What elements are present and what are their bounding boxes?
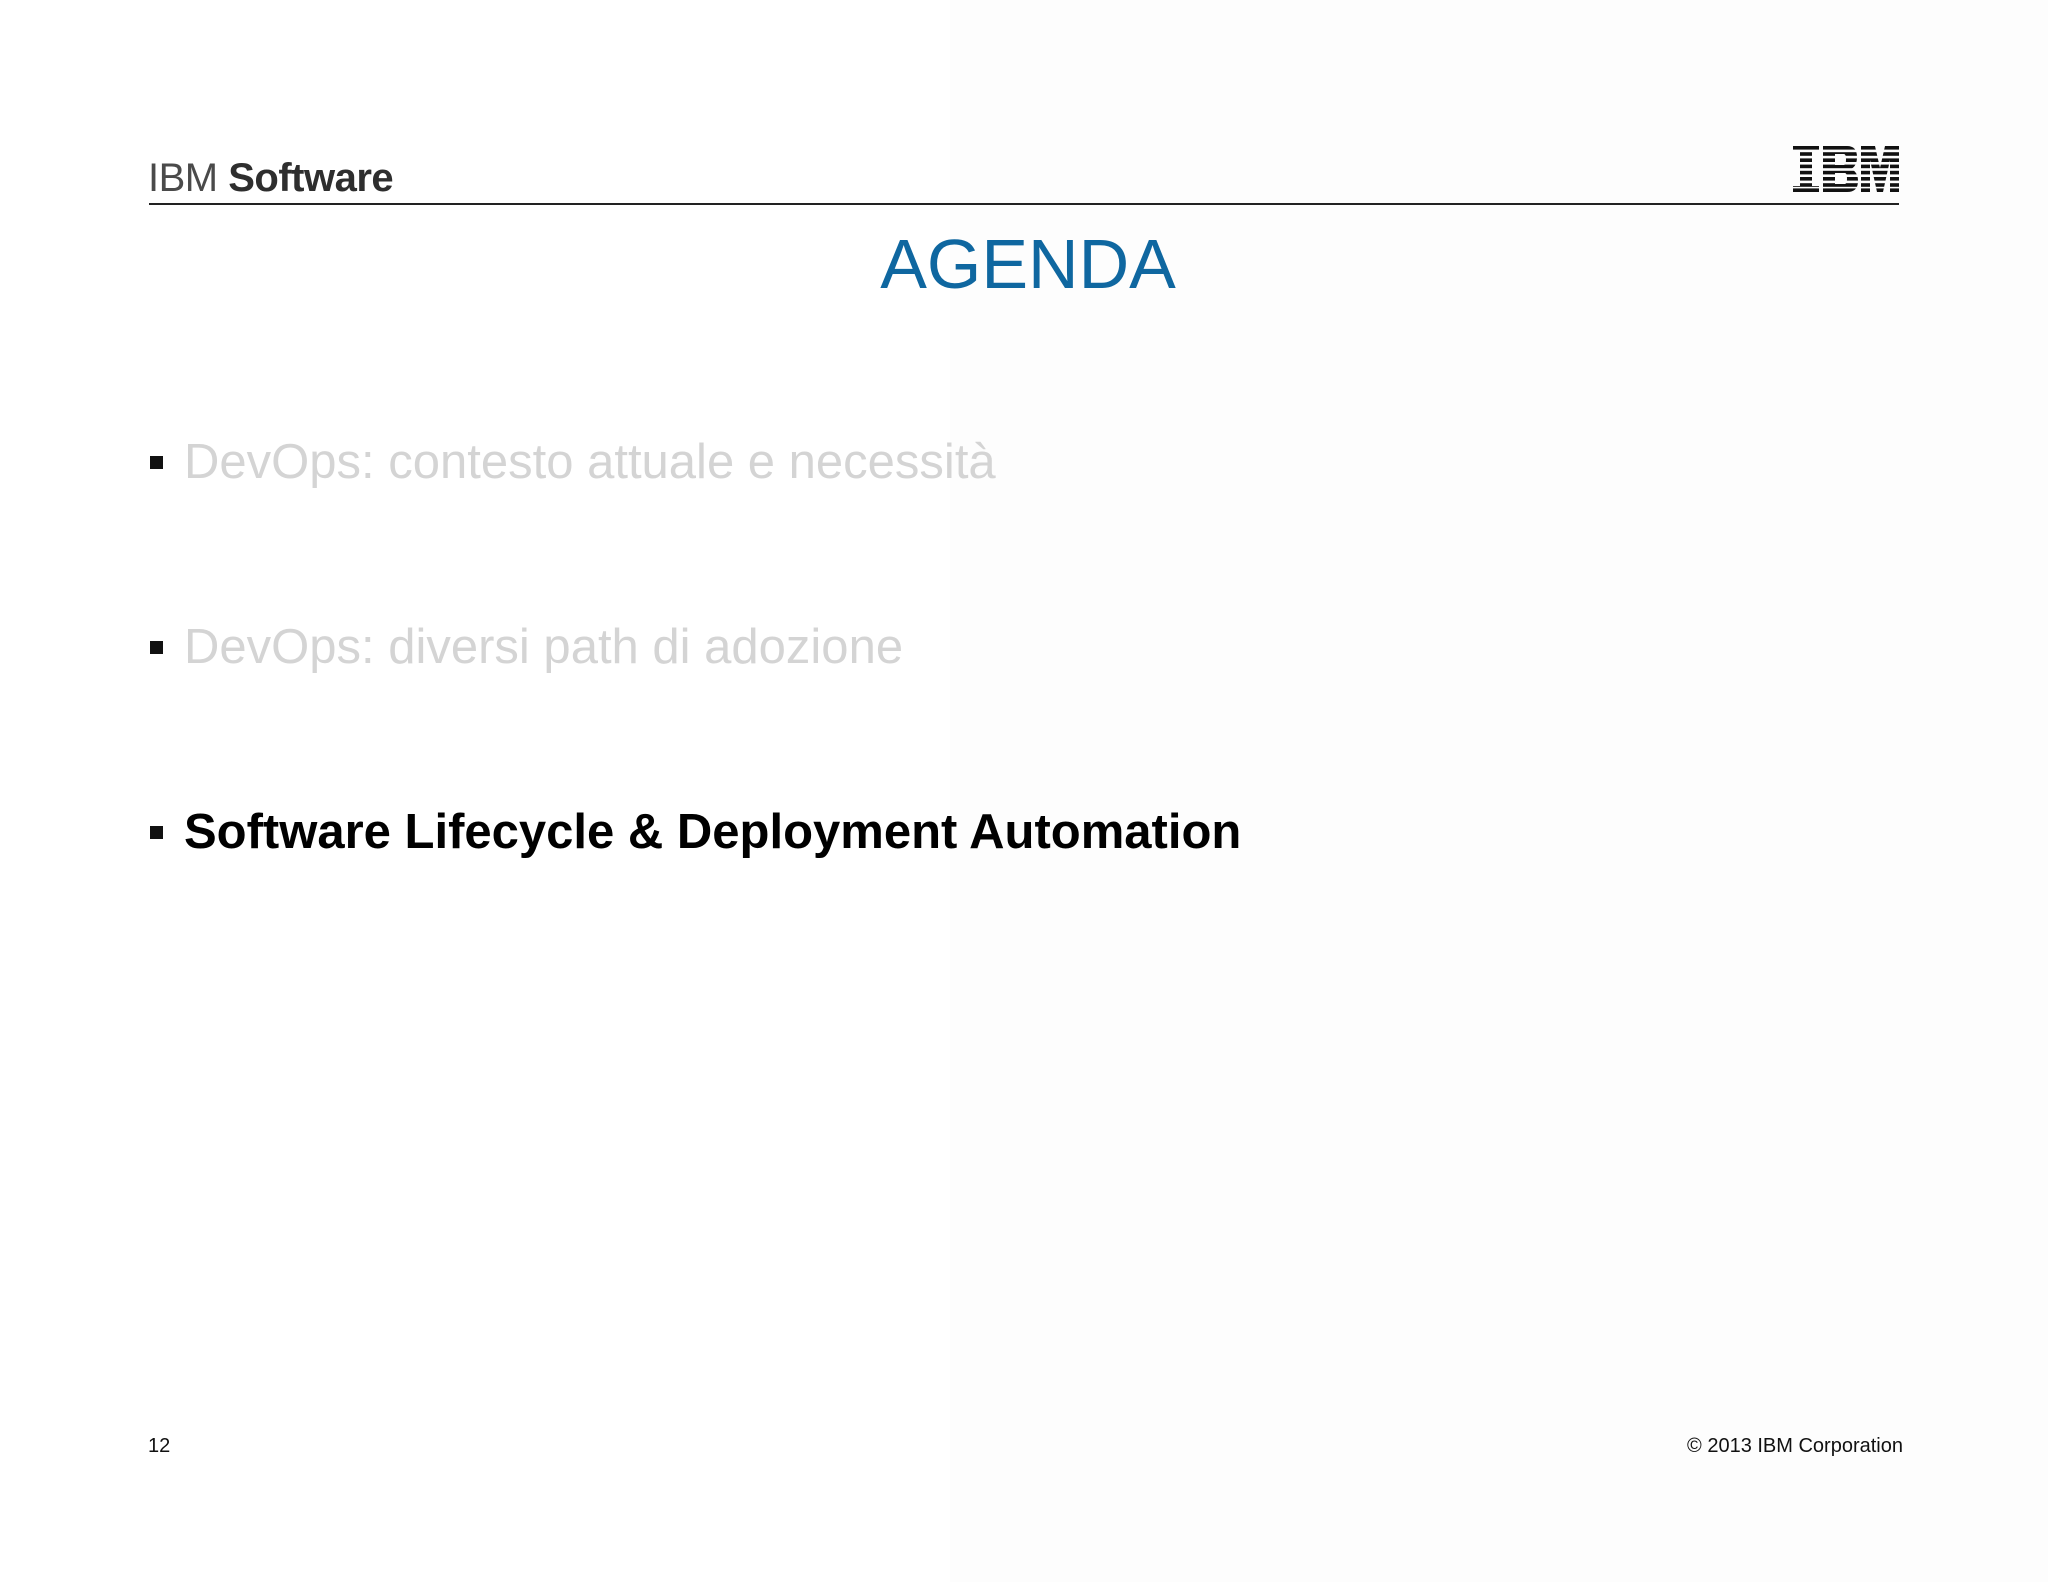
agenda-item: DevOps: diversi path di adozione [150, 615, 903, 679]
slide-title: AGENDA [880, 225, 1176, 303]
bullet-square-icon [150, 640, 163, 654]
brand-wordmark: IBM Software [148, 154, 394, 202]
brand-product: Software [228, 156, 394, 200]
agenda-item: DevOps: contesto attuale e necessità [150, 430, 996, 494]
agenda-item-label: DevOps: contesto attuale e necessità [184, 435, 996, 489]
agenda-item-label: Software Lifecycle & Deployment Automati… [184, 805, 1242, 859]
copyright-notice: © 2013 IBM Corporation [1687, 1435, 1903, 1457]
bullet-square-icon [150, 825, 163, 839]
agenda-item-current: Software Lifecycle & Deployment Automati… [150, 800, 1241, 864]
ibm-logo-icon [1793, 146, 1899, 192]
bullet-square-icon [150, 455, 163, 469]
brand-prefix: IBM [148, 156, 218, 200]
page-number: 12 [148, 1435, 171, 1457]
header-divider [149, 203, 1899, 205]
agenda-item-label: DevOps: diversi path di adozione [184, 620, 904, 674]
